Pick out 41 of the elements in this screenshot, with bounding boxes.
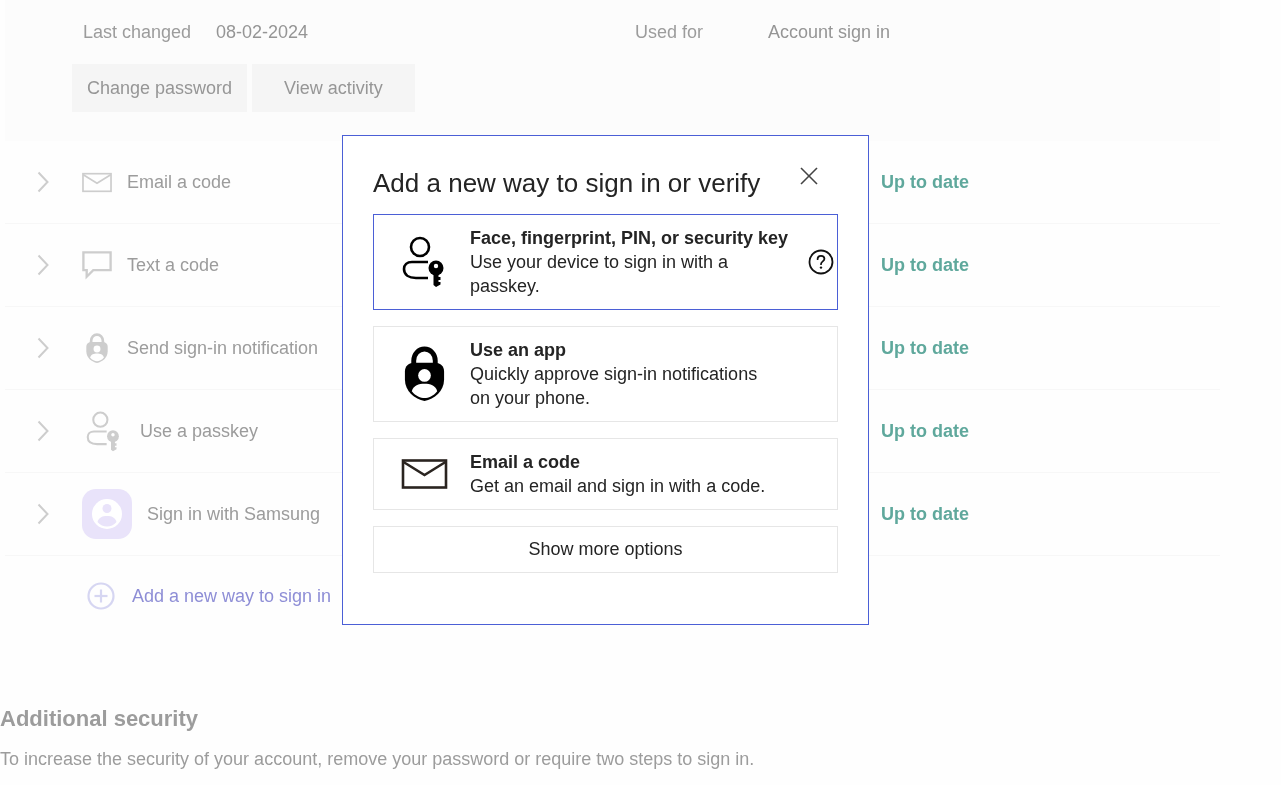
chevron-right-icon: [37, 420, 49, 442]
method-label: Sign in with Samsung: [147, 503, 321, 525]
envelope-icon: [400, 459, 448, 489]
chevron-right-icon: [37, 254, 49, 276]
chevron-right-icon: [37, 171, 49, 193]
show-more-options-button[interactable]: Show more options: [373, 526, 838, 573]
person-key-icon: [85, 410, 122, 452]
add-circle-icon: [87, 582, 115, 610]
status-text: Up to date: [881, 420, 969, 442]
method-label: Text a code: [127, 254, 220, 276]
last-changed-date: 08-02-2024: [216, 21, 309, 43]
person-tile-icon: [82, 489, 132, 539]
chevron-right-icon: [37, 503, 49, 525]
expand-button[interactable]: [36, 337, 50, 359]
envelope-icon: [82, 171, 112, 193]
dialog-title: Add a new way to sign in or verify: [373, 167, 761, 199]
last-changed-label: Last changed: [83, 21, 192, 43]
method-label: Email a code: [127, 171, 232, 193]
expand-button[interactable]: [36, 420, 50, 442]
sign-in-option[interactable]: Email a code Get an email and sign in with a code.: [373, 438, 838, 510]
status-text: Up to date: [881, 171, 969, 193]
close-icon: [800, 167, 818, 185]
lock-person-icon: [84, 332, 110, 364]
chat-bubble-icon: [82, 250, 112, 280]
used-for-label: Used for: [635, 21, 704, 43]
section-description: To increase the security of your account, remove your password or require two steps to sign in.: [0, 748, 755, 771]
method-label: Send sign-in notification: [127, 337, 319, 359]
status-text: Up to date: [881, 503, 969, 525]
chevron-right-icon: [37, 337, 49, 359]
expand-button[interactable]: [36, 254, 50, 276]
method-label: Use a passkey: [140, 420, 259, 442]
status-text: Up to date: [881, 337, 969, 359]
sign-in-option[interactable]: Face, fingerprint, PIN, or security key Use your device to sign in with a passkey.: [373, 214, 838, 310]
expand-button[interactable]: [36, 171, 50, 193]
expand-button[interactable]: [36, 503, 50, 525]
section-heading: Additional security: [0, 705, 199, 733]
help-icon[interactable]: [808, 249, 835, 275]
sign-in-option[interactable]: Use an app Quickly approve sign-in notifications on your phone.: [373, 326, 838, 422]
status-text: Up to date: [881, 254, 969, 276]
used-for-value: Account sign in: [768, 21, 891, 43]
close-button[interactable]: [798, 165, 820, 187]
